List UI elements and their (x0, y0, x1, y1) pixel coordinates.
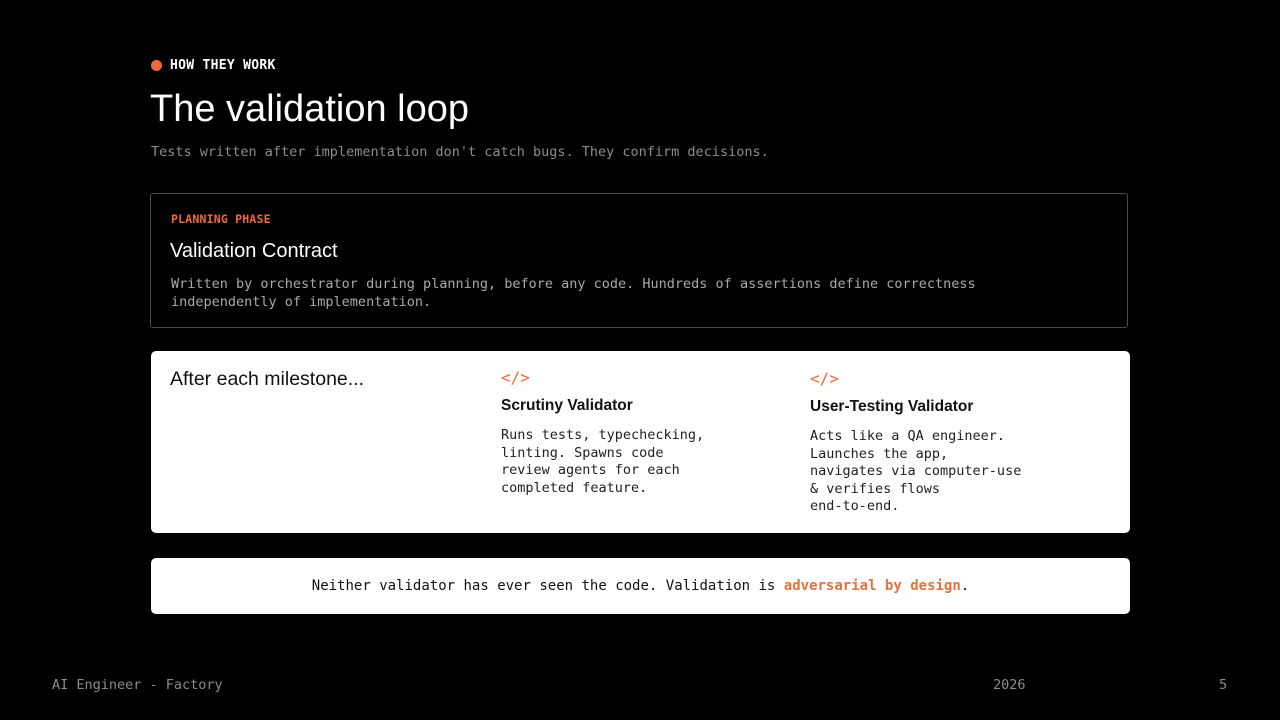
page-number: 5 (1219, 677, 1228, 693)
adversarial-note: Neither validator has ever seen the code… (151, 558, 1130, 614)
card-title: Validation Contract (170, 240, 338, 262)
note-text: Neither validator has ever seen the code… (312, 578, 969, 594)
page-subtitle: Tests written after implementation don't… (151, 144, 769, 160)
bullet-dot-icon (151, 60, 162, 71)
note-suffix: . (960, 578, 970, 594)
page-title: The validation loop (150, 88, 469, 130)
card-description: Written by orchestrator during planning,… (171, 276, 976, 310)
phase-label: PLANNING PHASE (171, 212, 271, 226)
user-testing-validator: </> User-Testing Validator Acts like a Q… (810, 369, 1060, 516)
scrutiny-validator: </> Scrutiny Validator Runs tests, typec… (501, 368, 751, 497)
validator-title: User-Testing Validator (810, 398, 974, 415)
footer-year: 2026 (993, 677, 1026, 693)
note-highlight: adversarial by design (783, 578, 961, 594)
eyebrow-label: HOW THEY WORK (170, 58, 276, 73)
planning-phase-card: PLANNING PHASE Validation Contract Writt… (150, 193, 1128, 328)
code-icon: </> (501, 368, 530, 387)
note-prefix: Neither validator has ever seen the code… (311, 578, 784, 594)
validator-description: Acts like a QA engineer. Launches the ap… (810, 428, 1022, 514)
code-icon: </> (810, 369, 839, 388)
validator-title: Scrutiny Validator (501, 397, 633, 414)
milestone-card: After each milestone... </> Scrutiny Val… (151, 351, 1130, 533)
validator-description: Runs tests, typechecking, linting. Spawn… (501, 427, 705, 496)
section-eyebrow: HOW THEY WORK (151, 58, 276, 73)
footer-event: AI Engineer - Factory (52, 677, 223, 693)
milestone-lead: After each milestone... (170, 368, 365, 390)
